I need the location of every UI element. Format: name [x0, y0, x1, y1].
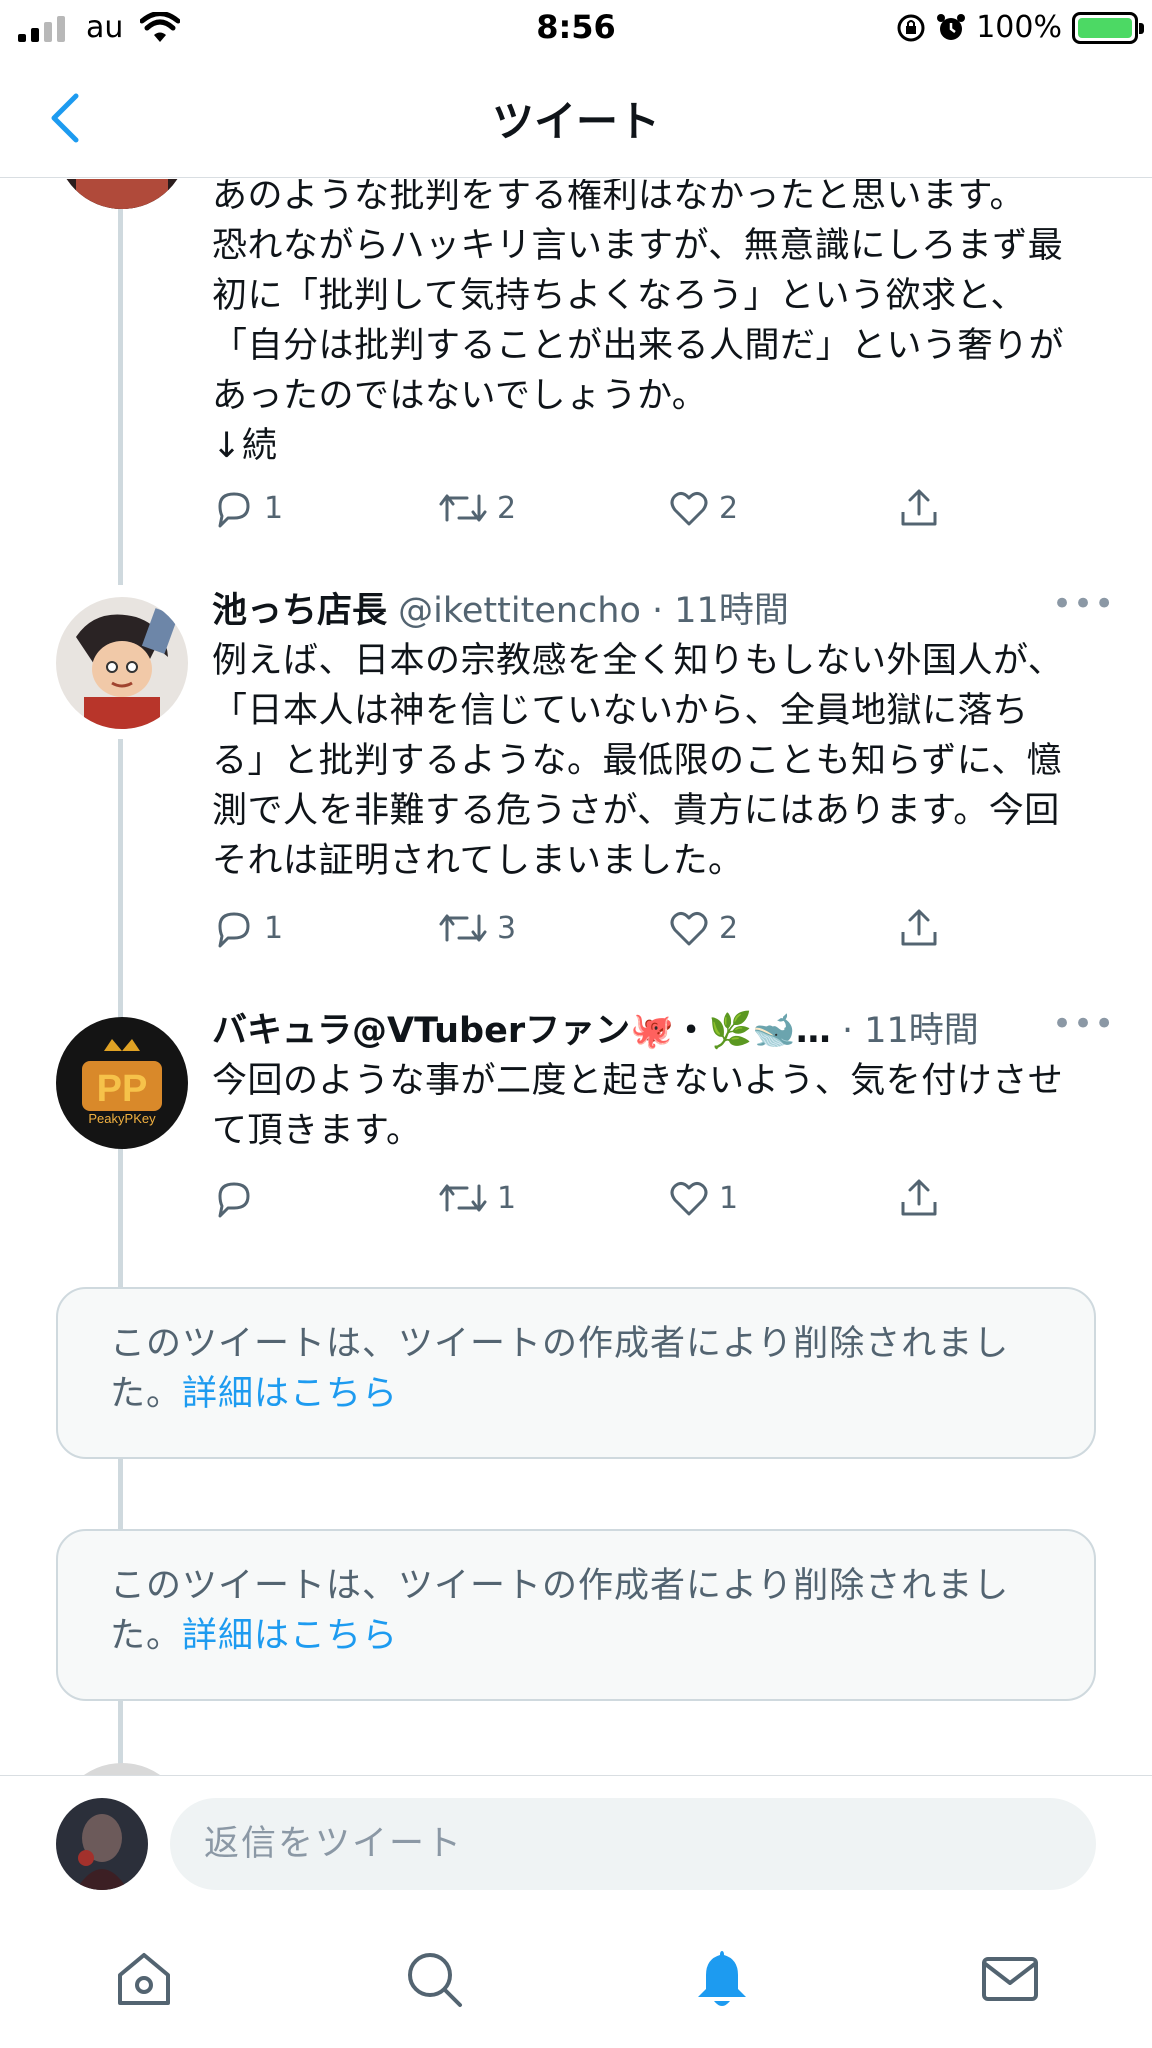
avatar[interactable] [56, 179, 188, 209]
share-button[interactable] [897, 1176, 941, 1220]
like-button[interactable]: 2 [667, 906, 738, 950]
thread[interactable]: あのような批判をする権利はなかったと思います。 恐れながらハッキリ言いますが、無… [0, 179, 1152, 1775]
search-icon[interactable] [402, 1947, 466, 2011]
navigation-header: ツイート [0, 60, 1152, 178]
retweet-button[interactable]: 3 [437, 906, 516, 950]
share-icon [901, 909, 937, 946]
reply-input[interactable]: 返信をツイート [170, 1798, 1096, 1890]
deleted-tweet-notice: このツイートは、ツイートの作成者により削除されまし た。詳細はこちら [56, 1287, 1096, 1459]
home-icon[interactable] [112, 1947, 176, 2011]
battery-icon [1072, 11, 1144, 44]
reply-icon [218, 912, 250, 948]
tweet-actions: 1 1 [212, 1176, 1012, 1226]
more-icon[interactable]: ••• [1052, 1004, 1114, 1044]
svg-text:PeakyPKey: PeakyPKey [88, 1111, 156, 1126]
retweet-button[interactable]: 2 [437, 486, 516, 530]
author-name[interactable]: 池っち店長 [212, 591, 387, 631]
like-icon [670, 911, 708, 946]
tweet-text: 今回のような事が二度と起きないよう、気を付けさせ て頂きます。 [212, 1061, 1064, 1151]
more-icon[interactable]: ••• [1052, 584, 1114, 624]
avatar[interactable] [56, 1763, 188, 1775]
share-icon [901, 1179, 937, 1216]
tweet-text: あのような批判をする権利はなかったと思います。 恐れながらハッキリ言いますが、無… [212, 179, 1065, 466]
reply-button[interactable]: 1 [212, 486, 283, 530]
retweet-button[interactable]: 1 [437, 1176, 516, 1220]
notifications-icon[interactable] [690, 1947, 754, 2011]
battery-fill [1078, 17, 1132, 38]
tab-bar [0, 1895, 1152, 2048]
reply-button[interactable]: 1 [212, 906, 283, 950]
status-bar: au 8:56 100% [0, 0, 1152, 60]
reply-button[interactable] [212, 1176, 264, 1220]
svg-text:PP: PP [97, 1068, 148, 1110]
messages-icon[interactable] [978, 1947, 1042, 2011]
deleted-tweet-notice: このツイートは、ツイートの作成者により削除されまし た。詳細はこちら [56, 1529, 1096, 1701]
share-button[interactable] [897, 906, 941, 950]
retweet-icon [439, 1184, 487, 1212]
page-title: ツイート [491, 97, 660, 146]
user-avatar[interactable] [56, 1798, 148, 1890]
like-icon [670, 491, 708, 526]
share-button[interactable] [897, 486, 941, 530]
tweet-time: · 11時間 [652, 591, 789, 631]
tweet-header: 池っち店長 @ikettitencho · 11時間 [212, 586, 1112, 636]
like-button[interactable]: 1 [667, 1176, 738, 1220]
like-button[interactable]: 2 [667, 486, 738, 530]
reply-composer: 返信をツイート [0, 1775, 1152, 1895]
avatar[interactable]: PP PeakyPKey [56, 1017, 188, 1149]
like-icon [670, 1181, 708, 1216]
details-link[interactable]: 詳細はこちら [182, 1616, 398, 1656]
alarm-icon [937, 13, 966, 40]
author-handle[interactable]: @ikettitencho [398, 591, 641, 631]
retweet-icon [439, 494, 487, 522]
battery-percent: 100% [976, 10, 1062, 45]
reply-icon [218, 492, 250, 528]
reply-icon [218, 1182, 250, 1218]
details-link[interactable]: 詳細はこちら [182, 1374, 398, 1414]
thread-line [118, 179, 123, 585]
tweet-time: · 11時間 [841, 1011, 979, 1051]
tweet-header: バキュラ@VTuberファン🐙・🌿🐋… · 11時間 [212, 1006, 1112, 1056]
author-name[interactable]: バキュラ@VTuberファン🐙・🌿🐋… [212, 1011, 831, 1051]
rotation-lock-icon [897, 14, 925, 41]
tweet-actions: 1 3 2 [212, 906, 1012, 956]
tweet-actions: 1 2 2 [212, 486, 1012, 536]
thread-line [118, 1160, 123, 1287]
tweet-text: 例えば、日本の宗教感を全く知りもしない外国人が、 「日本人は神を信じていないから… [212, 641, 1064, 881]
avatar[interactable] [56, 597, 188, 729]
share-icon [901, 489, 937, 526]
retweet-icon [439, 914, 487, 942]
